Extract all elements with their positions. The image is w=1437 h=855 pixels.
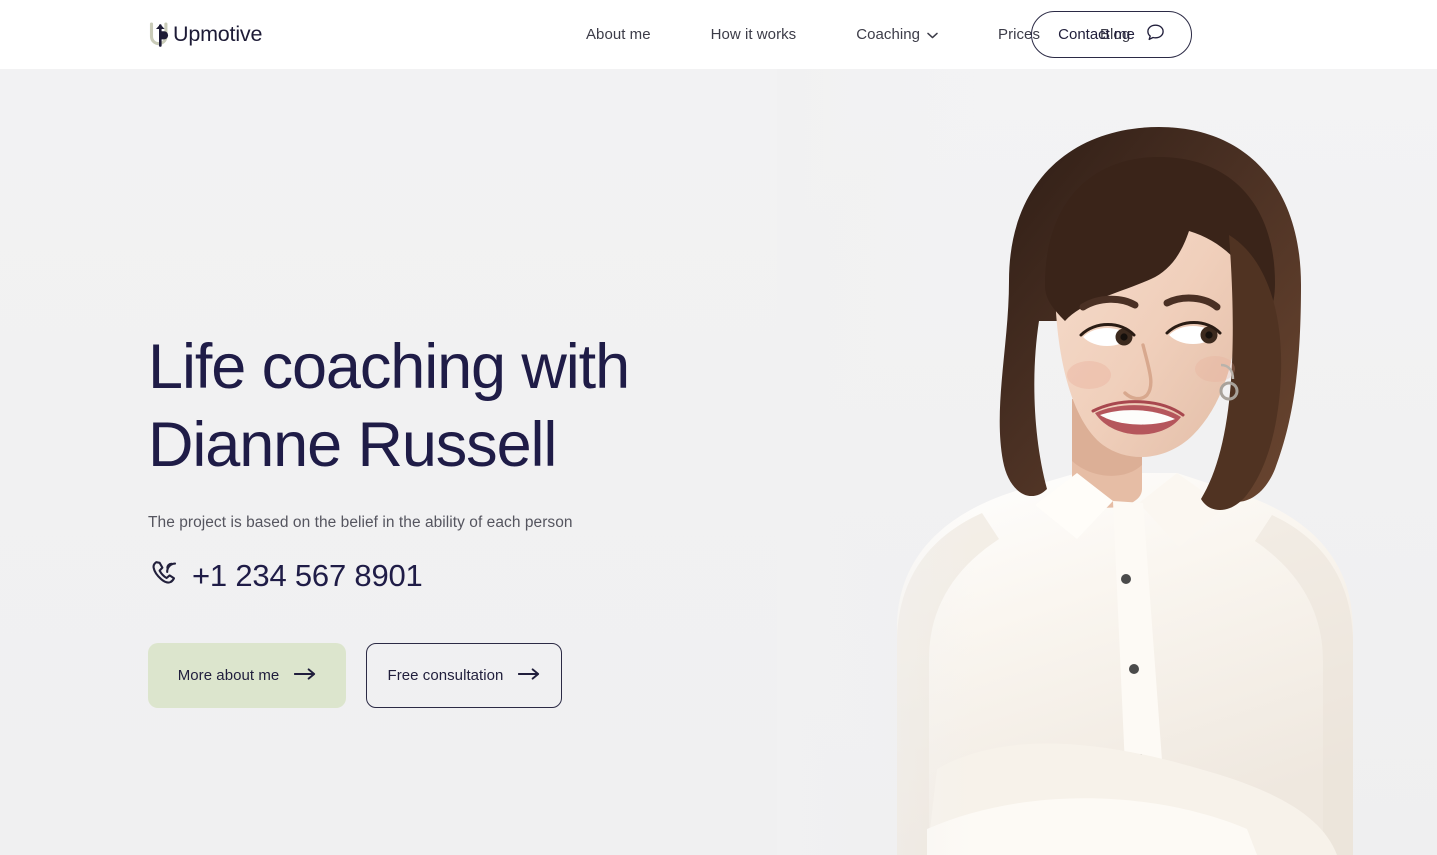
hero-content: Life coaching with Dianne Russell The pr… [148,69,768,708]
site-header: Upmotive About me How it works Coaching … [0,0,1437,69]
more-about-me-button[interactable]: More about me [148,643,346,708]
nav-item-how-it-works[interactable]: How it works [711,26,797,43]
nav-item-about-me[interactable]: About me [586,26,651,43]
brand-logo[interactable]: Upmotive [148,18,262,50]
arrow-right-icon [294,667,316,684]
free-consultation-button[interactable]: Free consultation [366,643,562,708]
chevron-down-icon [927,26,938,43]
chat-bubble-icon [1146,23,1165,46]
nav-label: Coaching [856,26,921,43]
hero-subtitle: The project is based on the belief in th… [148,514,573,531]
contact-me-label: Contact me [1058,26,1135,43]
hero-photo [777,69,1437,855]
phone-number: +1 234 567 8901 [192,557,423,593]
phone-link[interactable]: +1 234 567 8901 [148,557,423,594]
more-about-me-label: More about me [177,667,280,684]
page-title: Life coaching with Dianne Russell [148,332,630,480]
brand-name: Upmotive [173,21,263,46]
hero-cta-group: More about me Free consultation [148,643,768,708]
free-consultation-label: Free consultation [387,667,504,684]
nav-label: About me [586,26,651,43]
hero-section: Life coaching with Dianne Russell The pr… [0,69,1437,855]
up-arrow-logo-icon [148,19,176,49]
nav-label: How it works [710,26,797,43]
nav-item-coaching[interactable]: Coaching [856,26,938,43]
phone-ringing-icon [148,557,180,594]
arrow-right-icon [518,667,540,684]
contact-me-button[interactable]: Contact me [1031,11,1192,58]
